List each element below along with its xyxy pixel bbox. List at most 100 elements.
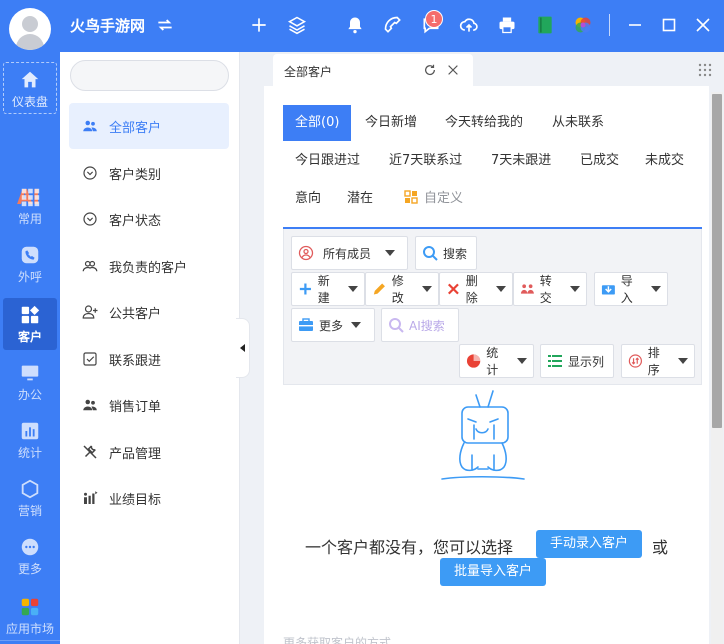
user-circle-icon	[298, 245, 314, 261]
book-icon[interactable]	[534, 14, 556, 36]
all-members-select[interactable]: 所有成员	[291, 236, 408, 270]
search-icon	[423, 246, 438, 261]
topbar-separator	[609, 14, 610, 36]
plus-icon	[299, 283, 311, 295]
nav-item-dashboard[interactable]: 仪表盘	[3, 62, 57, 114]
ai-search-button[interactable]: AI搜索	[381, 308, 459, 342]
submenu-item-performance-goals[interactable]: 业绩目标	[69, 475, 229, 521]
show-columns-label: 显示列	[568, 354, 605, 369]
sort-label: 排序	[647, 346, 660, 377]
nav-item-marketing[interactable]: 营销	[3, 472, 57, 524]
filter-tab-intent[interactable]: 意向	[295, 181, 321, 217]
circle-chevron-icon	[83, 212, 97, 226]
show-columns-button[interactable]: 显示列	[540, 344, 614, 378]
filter-tab-contacted-7d[interactable]: 近7天联系过	[389, 143, 462, 179]
submenu-item-public-customers[interactable]: 公共客户	[69, 289, 229, 335]
plus-icon[interactable]	[248, 14, 270, 36]
content-tab-label: 全部客户	[284, 65, 333, 79]
maximize-icon[interactable]	[658, 14, 680, 36]
submenu-item-label: 产品管理	[109, 446, 162, 462]
scrollbar[interactable]	[711, 92, 723, 644]
submenu-item-sales-orders[interactable]: 销售订单	[69, 382, 229, 428]
submenu-item-customer-category[interactable]: 客户类别	[69, 150, 229, 196]
filter-tab-potential[interactable]: 潜在	[347, 181, 373, 217]
filter-tab-not-closed[interactable]: 未成交	[645, 143, 684, 179]
new-button[interactable]: 新建	[291, 272, 365, 306]
new-label: 新建	[317, 274, 330, 305]
nav-item-office[interactable]: 办公	[3, 356, 57, 408]
avatar-body	[16, 34, 44, 50]
empty-state-illustration	[441, 390, 525, 480]
phone-icon[interactable]	[382, 14, 404, 36]
bell-icon[interactable]	[344, 14, 366, 36]
filter-tab-today-new[interactable]: 今日新增	[365, 105, 417, 141]
submenu-item-label: 联系跟进	[109, 353, 162, 369]
hexagon-icon	[21, 479, 39, 499]
users-icon	[83, 120, 97, 132]
edit-button[interactable]: 修改	[365, 272, 439, 306]
nav-item-customer[interactable]: 客户	[3, 298, 57, 350]
submenu-item-all-customers[interactable]: 全部客户	[69, 103, 229, 149]
submenu-item-label: 我负责的客户	[109, 260, 188, 276]
more-button[interactable]: 更多	[291, 308, 375, 342]
filter-tab-closed[interactable]: 已成交	[580, 143, 619, 179]
transfer-button[interactable]: 转交	[513, 272, 587, 306]
bar-chart-icon	[21, 422, 39, 440]
nav-label: 营销	[17, 504, 42, 518]
submenu-search-input[interactable]	[70, 60, 229, 91]
filter-tab-not-followed-7d[interactable]: 7天未跟进	[491, 143, 551, 179]
submenu-collapse-toggle[interactable]	[236, 318, 250, 378]
filter-tab-never-contacted[interactable]: 从未联系	[552, 105, 604, 141]
nav-label: 应用市场	[5, 622, 54, 636]
nav-item-more[interactable]: 更多	[3, 530, 57, 582]
avatar[interactable]	[9, 8, 51, 50]
nav-item-common[interactable]: 常用	[3, 180, 57, 232]
notification-badge: 1	[425, 10, 443, 28]
phone-icon	[21, 246, 39, 264]
nav-label: 办公	[17, 388, 42, 402]
import-button[interactable]: 导入	[594, 272, 668, 306]
colorful-app-icon[interactable]	[572, 14, 594, 36]
nav-label: 统计	[17, 446, 42, 460]
refresh-icon[interactable]	[423, 63, 437, 77]
submenu-item-customer-status[interactable]: 客户状态	[69, 196, 229, 242]
submenu-item-label: 客户状态	[109, 213, 162, 229]
import-label: 导入	[620, 274, 633, 305]
nav-item-statistics[interactable]: 统计	[3, 414, 57, 466]
bulk-import-button[interactable]: 批量导入客户	[440, 558, 546, 586]
scrollbar-thumb[interactable]	[712, 94, 722, 428]
close-tab-icon[interactable]	[446, 63, 460, 77]
filter-tab-today-transferred[interactable]: 今天转给我的	[445, 105, 523, 141]
delete-button[interactable]: 删除	[439, 272, 513, 306]
pie-chart-icon	[466, 354, 481, 368]
list-icon	[548, 355, 562, 367]
stats-button[interactable]: 统计	[459, 344, 534, 378]
submenu-item-my-customers[interactable]: 我负责的客户	[69, 243, 229, 289]
search-button[interactable]: 搜索	[415, 236, 477, 270]
delete-label: 删除	[465, 274, 478, 305]
filter-tab-today-followed[interactable]: 今日跟进过	[295, 143, 360, 179]
transfer-label: 转交	[539, 274, 552, 305]
layers-icon[interactable]	[286, 14, 308, 36]
submenu-item-label: 公共客户	[109, 306, 162, 322]
submenu-item-follow-up[interactable]: 联系跟进	[69, 336, 229, 382]
submenu-item-product-management[interactable]: 产品管理	[69, 429, 229, 475]
nav-item-outbound-call[interactable]: 外呼	[3, 238, 57, 290]
minimize-icon[interactable]	[624, 14, 646, 36]
app-title: 火鸟手游网	[70, 17, 146, 35]
tools-icon	[83, 445, 97, 459]
printer-icon[interactable]	[496, 14, 518, 36]
close-icon[interactable]	[692, 14, 714, 36]
cloud-upload-icon[interactable]	[458, 14, 480, 36]
sort-button[interactable]: 排序	[621, 344, 695, 378]
filter-tab-custom[interactable]: 自定义	[404, 181, 463, 217]
more-icon	[21, 538, 39, 556]
submenu: 全部客户 客户类别 客户状态 我负责的客户 公共客户 联系跟进 销售订单 产品管…	[60, 52, 240, 644]
nav-item-app-market[interactable]: 应用市场	[1, 590, 59, 642]
grid-icon	[21, 188, 40, 207]
manual-entry-button[interactable]: 手动录入客户	[536, 530, 642, 558]
filter-tab-all[interactable]: 全部(0)	[283, 105, 352, 141]
content-tab[interactable]: 全部客户	[273, 54, 473, 86]
grid-menu-icon[interactable]	[698, 63, 712, 77]
switch-icon[interactable]	[155, 15, 175, 35]
